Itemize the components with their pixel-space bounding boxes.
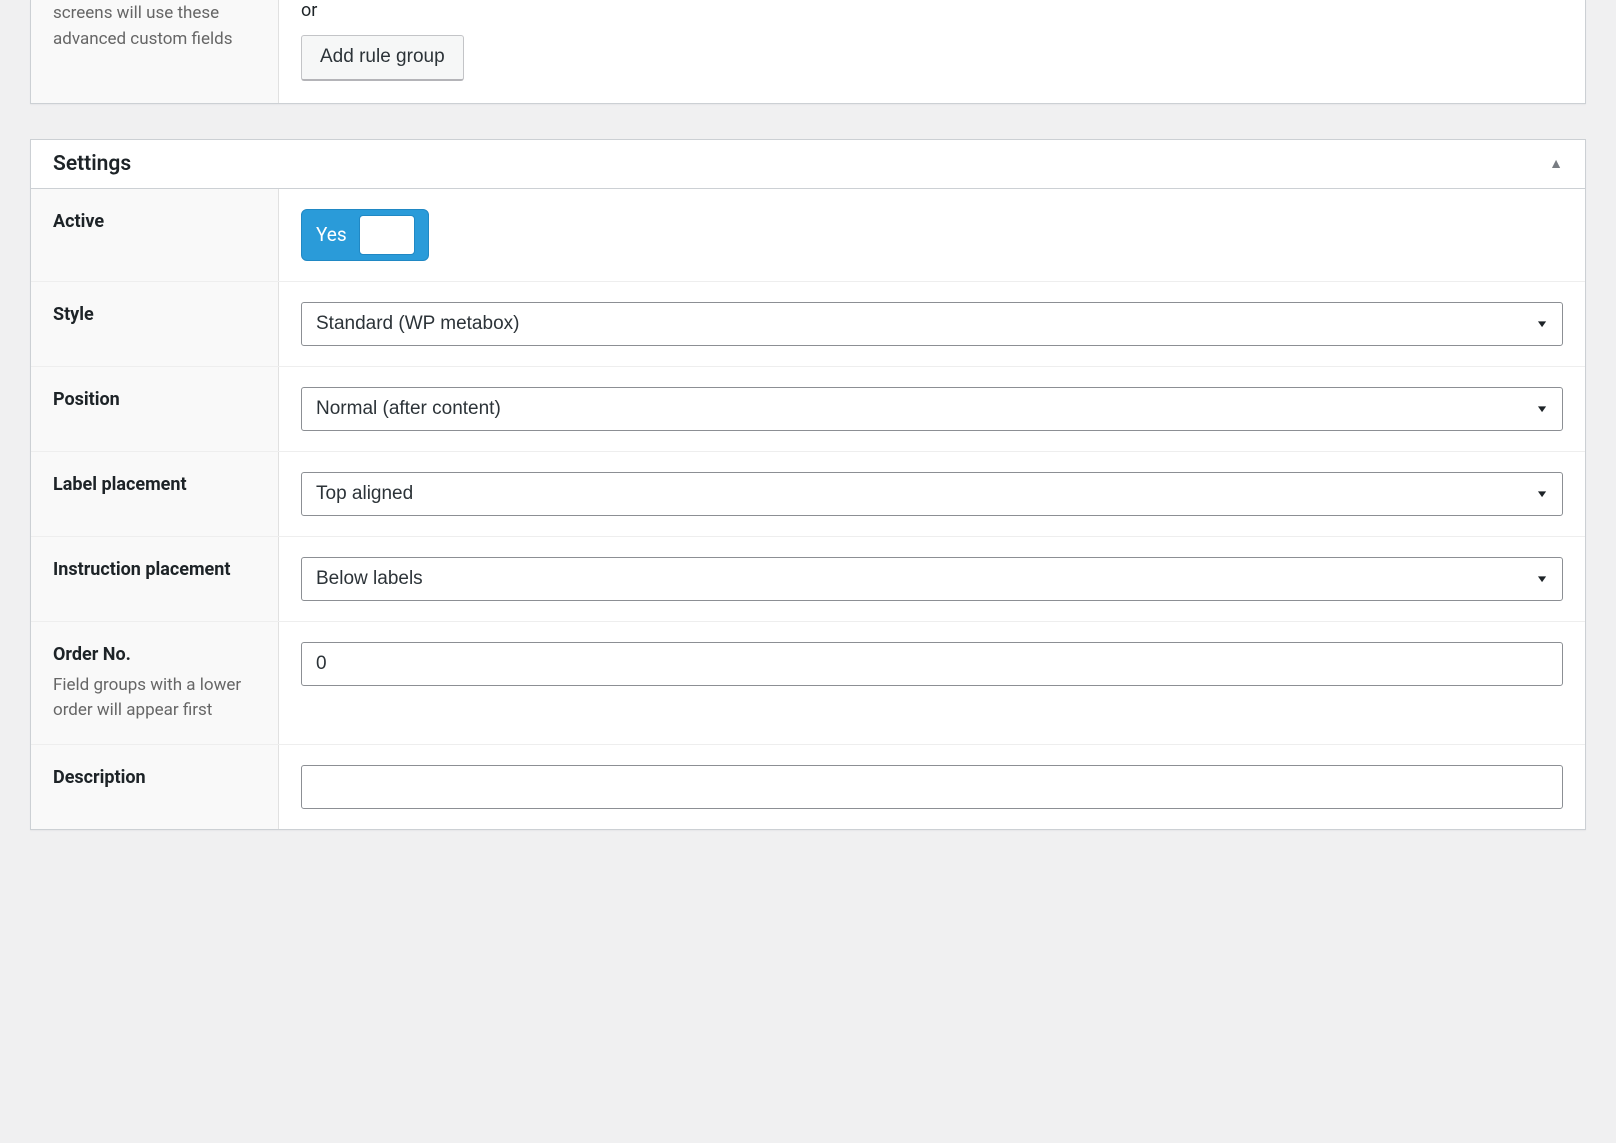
field-row-style: Style Standard (WP metabox) <box>31 282 1585 367</box>
order-no-description: Field groups with a lower order will app… <box>53 673 256 724</box>
location-label-cell: screens will use these advanced custom f… <box>31 0 279 103</box>
description-label: Description <box>53 765 256 790</box>
field-input-style: Standard (WP metabox) <box>279 282 1585 366</box>
or-separator: or <box>301 0 1563 21</box>
location-description-partial: screens will use these advanced custom f… <box>53 0 256 53</box>
style-select-wrap: Standard (WP metabox) <box>301 302 1563 346</box>
label-placement-select[interactable]: Top aligned <box>301 472 1563 516</box>
field-label-description: Description <box>31 745 279 829</box>
active-toggle-handle <box>359 215 415 255</box>
field-input-order-no <box>279 622 1585 744</box>
position-select-wrap: Normal (after content) <box>301 387 1563 431</box>
field-row-label-placement: Label placement Top aligned <box>31 452 1585 537</box>
location-input-cell: or Add rule group <box>279 0 1585 103</box>
style-label: Style <box>53 302 256 327</box>
location-row: screens will use these advanced custom f… <box>31 0 1585 103</box>
add-rule-group-button[interactable]: Add rule group <box>301 35 464 81</box>
settings-title: Settings <box>53 152 131 176</box>
field-label-order-no: Order No. Field groups with a lower orde… <box>31 622 279 744</box>
position-label: Position <box>53 387 256 412</box>
description-input[interactable] <box>301 765 1563 809</box>
position-select[interactable]: Normal (after content) <box>301 387 1563 431</box>
field-label-style: Style <box>31 282 279 366</box>
field-input-description <box>279 745 1585 829</box>
order-no-label: Order No. <box>53 642 256 667</box>
label-placement-select-wrap: Top aligned <box>301 472 1563 516</box>
style-select[interactable]: Standard (WP metabox) <box>301 302 1563 346</box>
active-label: Active <box>53 209 256 234</box>
instruction-placement-label: Instruction placement <box>53 557 256 582</box>
field-row-description: Description <box>31 745 1585 829</box>
settings-metabox: Settings ▲ Active Yes Style Standard (WP… <box>30 139 1586 830</box>
field-row-position: Position Normal (after content) <box>31 367 1585 452</box>
active-toggle[interactable]: Yes <box>301 209 429 261</box>
location-metabox: screens will use these advanced custom f… <box>30 0 1586 104</box>
instruction-placement-select[interactable]: Below labels <box>301 557 1563 601</box>
field-label-position: Position <box>31 367 279 451</box>
field-input-label-placement: Top aligned <box>279 452 1585 536</box>
label-placement-label: Label placement <box>53 472 256 497</box>
field-row-active: Active Yes <box>31 189 1585 282</box>
field-input-active: Yes <box>279 189 1585 281</box>
order-no-input[interactable] <box>301 642 1563 686</box>
field-input-position: Normal (after content) <box>279 367 1585 451</box>
active-toggle-label: Yes <box>308 223 359 246</box>
settings-header[interactable]: Settings ▲ <box>31 140 1585 189</box>
field-label-instruction-placement: Instruction placement <box>31 537 279 621</box>
collapse-icon[interactable]: ▲ <box>1549 155 1563 172</box>
field-row-order-no: Order No. Field groups with a lower orde… <box>31 622 1585 745</box>
field-input-instruction-placement: Below labels <box>279 537 1585 621</box>
field-label-label-placement: Label placement <box>31 452 279 536</box>
field-row-instruction-placement: Instruction placement Below labels <box>31 537 1585 622</box>
field-label-active: Active <box>31 189 279 281</box>
instruction-placement-select-wrap: Below labels <box>301 557 1563 601</box>
